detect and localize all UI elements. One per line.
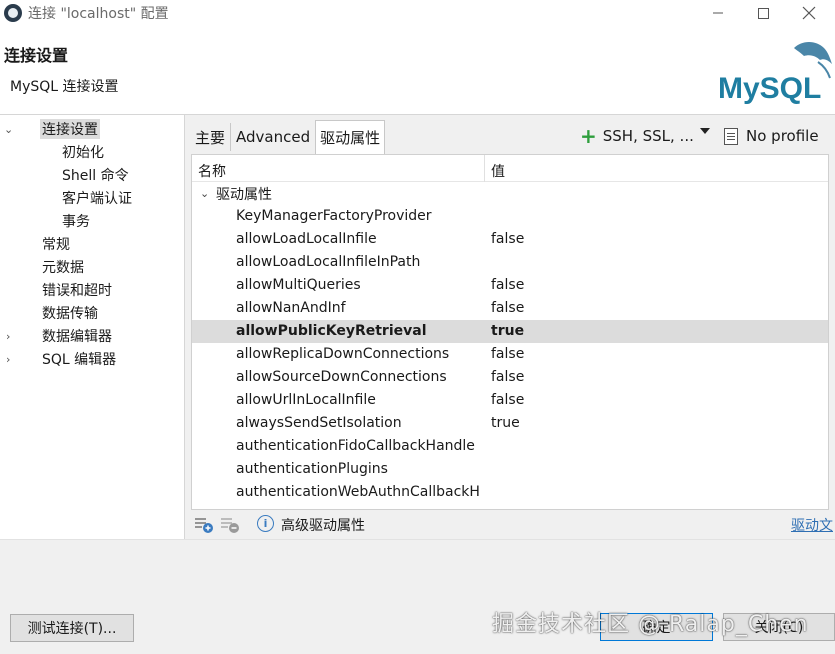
nav-item-shell-commands[interactable]: Shell 命令 bbox=[62, 164, 129, 186]
property-value[interactable]: true bbox=[491, 323, 524, 339]
minimize-icon bbox=[713, 12, 723, 14]
property-value[interactable]: false bbox=[491, 277, 524, 293]
property-name: alwaysSendSetIsolation bbox=[236, 415, 402, 431]
property-value[interactable]: false bbox=[491, 392, 524, 408]
table-row[interactable]: allowReplicaDownConnections false bbox=[192, 343, 828, 366]
table-row[interactable]: authenticationWebAuthnCallbackH bbox=[192, 481, 828, 504]
table-row[interactable]: authenticationPlugins bbox=[192, 458, 828, 481]
add-property-icon[interactable] bbox=[194, 516, 214, 534]
dialog-footer: 测试连接(T)... 确定 关闭(C) 掘金技术社区 @ Ralap_Chen bbox=[0, 539, 835, 654]
page-header: 连接设置 MySQL 连接设置 MySQL bbox=[0, 26, 835, 115]
property-value[interactable]: false bbox=[491, 369, 524, 385]
property-group-row[interactable]: ⌄ 驱动属性 bbox=[192, 182, 822, 205]
column-header-value[interactable]: 值 bbox=[491, 161, 505, 181]
table-row[interactable]: allowMultiQueries false bbox=[192, 274, 828, 297]
tab-advanced[interactable]: Advanced bbox=[231, 120, 315, 154]
dropdown-arrow-icon[interactable] bbox=[700, 128, 710, 134]
property-name: KeyManagerFactoryProvider bbox=[236, 208, 432, 224]
column-divider[interactable] bbox=[484, 155, 485, 182]
table-row[interactable]: authenticationFidoCallbackHandle bbox=[192, 435, 828, 458]
maximize-icon bbox=[757, 7, 769, 19]
settings-nav: ⌄ 连接设置 初始化 Shell 命令 客户端认证 事务 常规 元数据 错误和超… bbox=[0, 115, 185, 539]
title-bar: 连接 "localhost" 配置 bbox=[0, 0, 835, 26]
advanced-driver-properties-label: 高级驱动属性 bbox=[281, 518, 365, 534]
table-row[interactable]: alwaysSendSetIsolation true bbox=[192, 412, 828, 435]
property-name: allowSourceDownConnections bbox=[236, 369, 447, 385]
window-title: 连接 "localhost" 配置 bbox=[28, 6, 169, 22]
tab-driver-properties[interactable]: 驱动属性 bbox=[315, 120, 386, 154]
watermark: 掘金技术社区 @ Ralap_Chen bbox=[492, 612, 809, 637]
property-name: authenticationPlugins bbox=[236, 461, 388, 477]
page-title: 连接设置 bbox=[4, 46, 69, 65]
property-name: allowPublicKeyRetrieval bbox=[236, 323, 427, 339]
remove-property-icon[interactable] bbox=[220, 516, 240, 534]
property-value[interactable]: true bbox=[491, 415, 520, 431]
property-value[interactable]: false bbox=[491, 346, 524, 362]
column-header-name[interactable]: 名称 bbox=[198, 161, 226, 181]
chevron-down-icon[interactable]: ⌄ bbox=[200, 187, 209, 200]
nav-item-data-editor[interactable]: › 数据编辑器 bbox=[0, 325, 112, 347]
nav-item-transactions[interactable]: 事务 bbox=[62, 210, 90, 232]
ssh-ssl-button[interactable]: + SSH, SSL, ... bbox=[580, 123, 694, 149]
close-icon bbox=[802, 6, 816, 20]
table-row[interactable]: allowUrlInLocalInfile false bbox=[192, 389, 828, 412]
table-row[interactable]: allowSourceDownConnections false bbox=[192, 366, 828, 389]
property-name: allowLoadLocalInfile bbox=[236, 231, 377, 247]
minimize-button[interactable] bbox=[695, 0, 741, 26]
test-connection-button[interactable]: 测试连接(T)... bbox=[10, 614, 134, 642]
plus-icon: + bbox=[580, 124, 597, 148]
table-row[interactable]: allowLoadLocalInfile false bbox=[192, 228, 828, 251]
nav-item-sql-editor[interactable]: › SQL 编辑器 bbox=[0, 348, 116, 370]
driver-properties-panel: 主要 Advanced 驱动属性 + SSH, SSL, ... No prof… bbox=[186, 115, 835, 539]
chevron-right-icon[interactable]: › bbox=[6, 353, 10, 366]
nav-item-general[interactable]: 常规 bbox=[42, 233, 70, 255]
property-name: allowNanAndInf bbox=[236, 300, 346, 316]
table-row[interactable]: allowLoadLocalInfileInPath bbox=[192, 251, 828, 274]
nav-item-connection-settings[interactable]: ⌄ 连接设置 bbox=[0, 118, 184, 140]
svg-text:MySQL: MySQL bbox=[718, 72, 821, 105]
tab-main[interactable]: 主要 bbox=[190, 120, 230, 154]
app-icon bbox=[4, 4, 22, 22]
property-value[interactable]: false bbox=[491, 300, 524, 316]
driver-link[interactable]: 驱动文 bbox=[791, 515, 833, 535]
nav-item-init[interactable]: 初始化 bbox=[62, 141, 104, 163]
table-header: 名称 值 bbox=[192, 155, 828, 182]
page-subtitle: MySQL 连接设置 bbox=[10, 79, 119, 95]
property-name: allowUrlInLocalInfile bbox=[236, 392, 376, 408]
chevron-right-icon[interactable]: › bbox=[6, 330, 10, 343]
table-footer: i 高级驱动属性 驱动文 bbox=[191, 510, 835, 539]
nav-item-metadata[interactable]: 元数据 bbox=[42, 256, 84, 278]
profile-button[interactable]: No profile bbox=[724, 123, 819, 149]
nav-item-data-transfer[interactable]: 数据传输 bbox=[42, 302, 98, 324]
property-name: allowLoadLocalInfileInPath bbox=[236, 254, 421, 270]
maximize-button[interactable] bbox=[740, 0, 786, 26]
property-name: allowReplicaDownConnections bbox=[236, 346, 450, 362]
table-row[interactable]: KeyManagerFactoryProvider bbox=[192, 205, 828, 228]
properties-table: 名称 值 ⌄ 驱动属性 KeyManagerFactoryProvider all… bbox=[191, 154, 829, 510]
property-name: authenticationWebAuthnCallbackH bbox=[236, 484, 480, 500]
mysql-logo: MySQL bbox=[718, 42, 832, 105]
tab-bar: 主要 Advanced 驱动属性 bbox=[186, 120, 386, 154]
property-name: allowMultiQueries bbox=[236, 277, 361, 293]
nav-item-client-auth[interactable]: 客户端认证 bbox=[62, 187, 132, 209]
info-icon: i bbox=[257, 515, 274, 532]
document-icon bbox=[724, 127, 738, 145]
table-row[interactable]: allowPublicKeyRetrieval true bbox=[192, 320, 828, 343]
property-value[interactable]: false bbox=[491, 231, 524, 247]
chevron-down-icon[interactable]: ⌄ bbox=[4, 123, 13, 136]
property-name: authenticationFidoCallbackHandle bbox=[236, 438, 475, 454]
close-window-button[interactable] bbox=[786, 0, 832, 26]
nav-item-errors-timeouts[interactable]: 错误和超时 bbox=[42, 279, 112, 301]
table-row[interactable]: allowNanAndInf false bbox=[192, 297, 828, 320]
